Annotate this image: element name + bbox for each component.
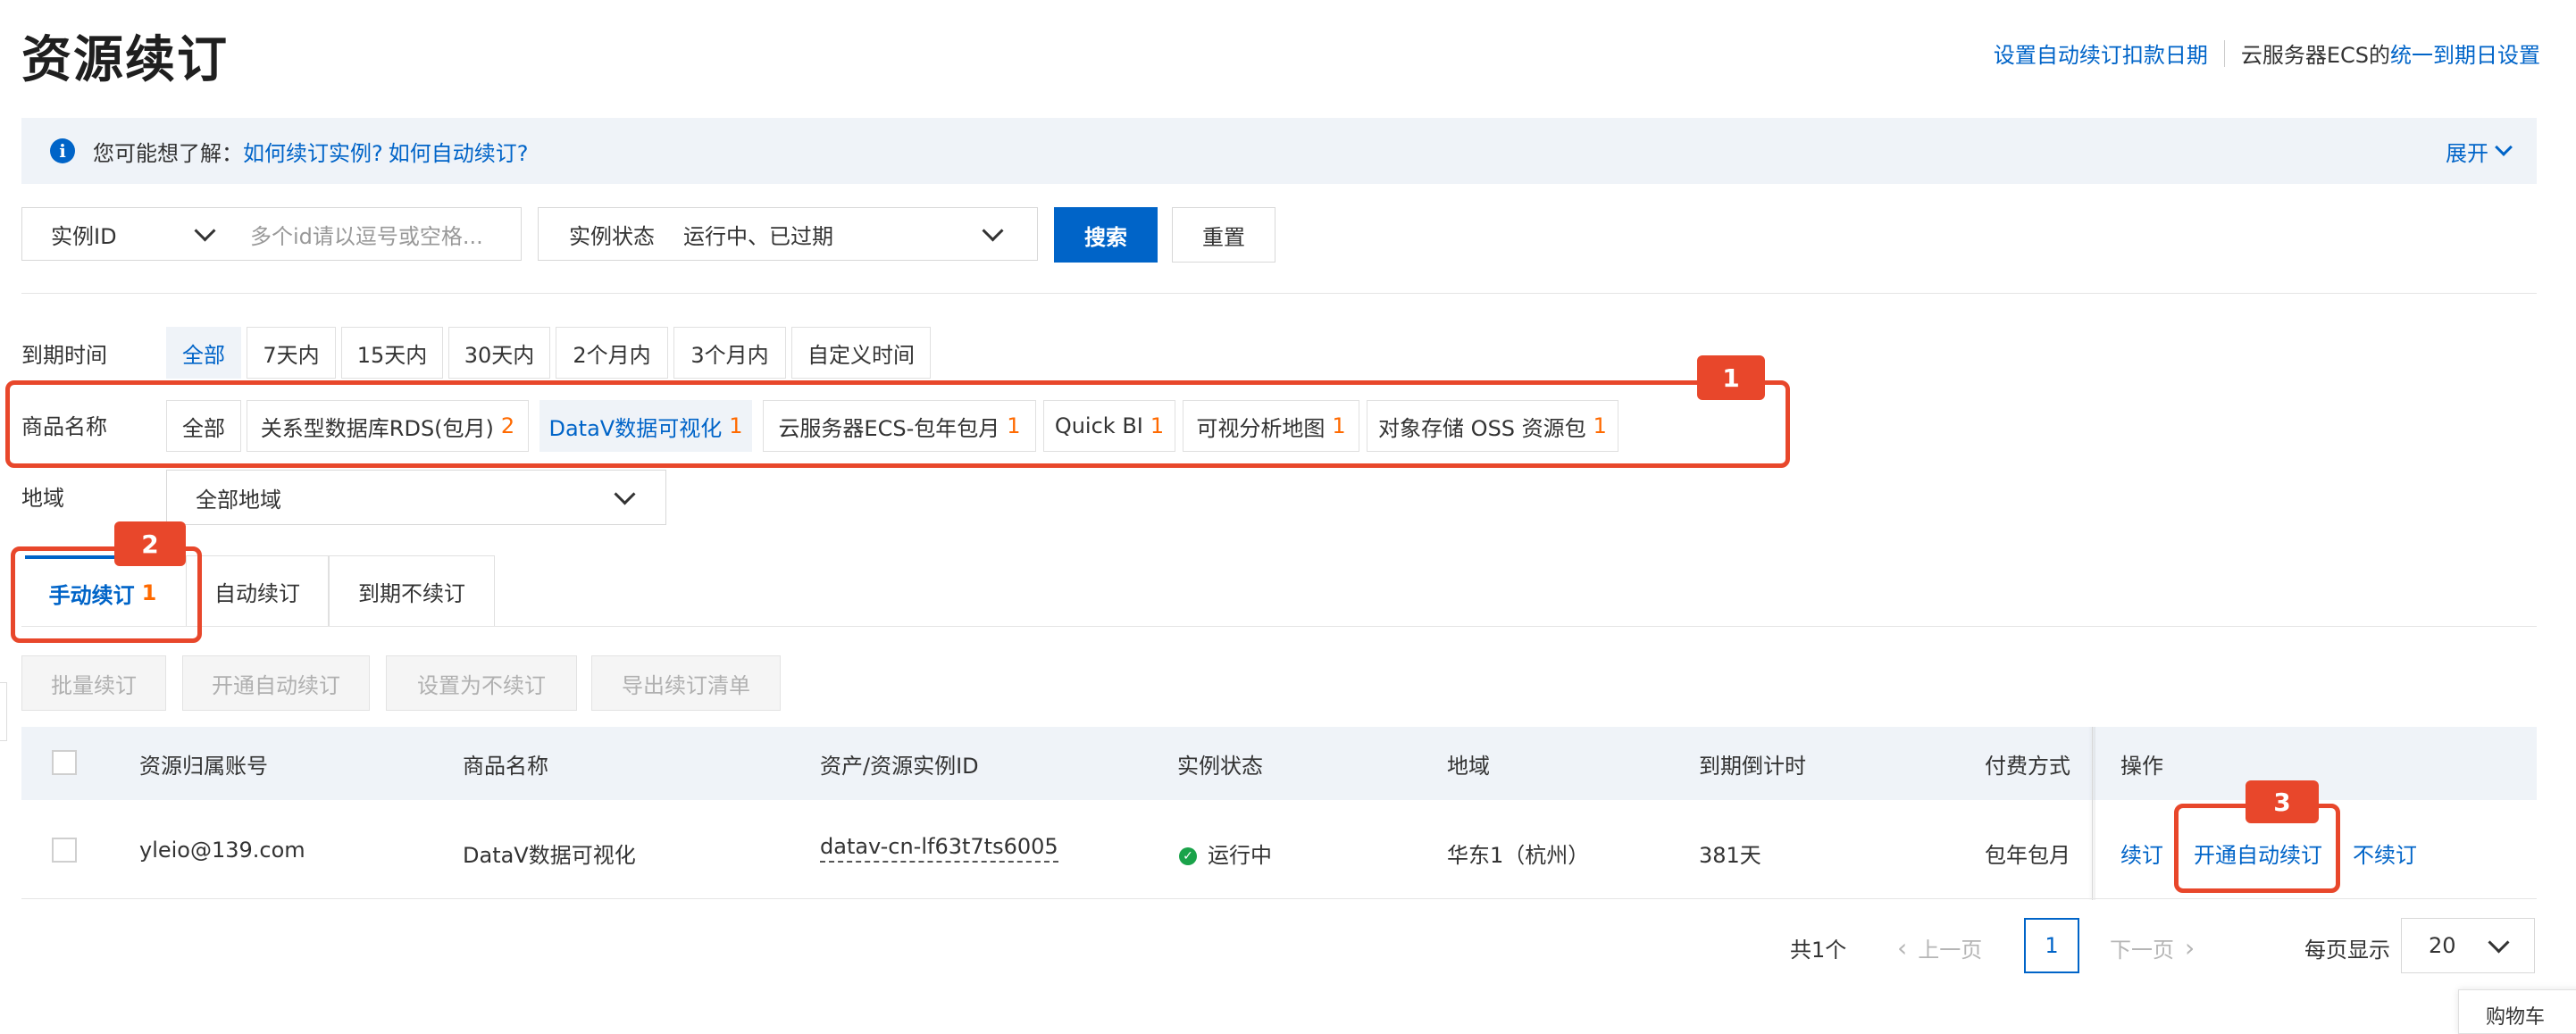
page-title: 资源续订 [21,31,229,89]
info-prefix: 您可能想了解： [93,140,243,166]
tab-label: 自动续订 [214,581,300,606]
instance-status-value: 运行中、已过期 [683,223,833,249]
no-renew-link[interactable]: 不续订 [2353,838,2417,869]
header-links: 设置自动续订扣款日期 云服务器ECS的 统一到期日设置 [1994,38,2540,69]
cart-button[interactable]: 购物车 [2458,989,2576,1034]
chevron-down-icon [2495,138,2513,156]
divider [21,293,2537,294]
renew-link[interactable]: 续订 [2120,838,2163,869]
cell-instance-id[interactable]: datav-cn-lf63t7ts6005 [820,834,1058,863]
chevron-down-icon [982,219,1004,242]
operation-column-shadow [2088,727,2095,900]
region-label: 地域 [21,486,64,511]
expire-option-30d[interactable]: 30天内 [448,327,550,379]
per-page-value: 20 [2429,933,2456,958]
chevron-left-icon: ‹ [1897,933,1908,963]
chevron-right-icon: › [2185,933,2195,963]
instance-id-input[interactable]: 多个id请以逗号或空格... [223,207,522,261]
instance-id-placeholder: 多个id请以逗号或空格... [250,223,483,249]
cell-countdown: 381天 [1699,843,1761,868]
cell-billing: 包年包月 [1985,843,2070,868]
prev-page-label: 上一页 [1918,938,1983,963]
expand-button[interactable]: 展开 [2446,136,2513,167]
instance-id-text: datav-cn-lf63t7ts6005 [820,834,1058,863]
header-divider [2223,39,2225,67]
ecs-prefix-text: 云服务器ECS的 [2240,43,2390,68]
row-divider [21,898,2537,899]
tab-label: 到期不续订 [358,581,465,606]
status-text: 运行中 [1208,843,1272,868]
cell-region: 华东1（杭州） [1447,843,1590,868]
cell-product: DataV数据可视化 [463,843,636,868]
total-count: 共1个 [1790,938,1847,963]
expand-label: 展开 [2446,140,2488,166]
batch-renew-button[interactable]: 批量续订 [21,655,166,711]
info-icon: i [50,138,75,163]
expire-option-all[interactable]: 全部 [166,327,241,379]
row-checkbox[interactable] [52,838,77,863]
how-renew-link[interactable]: 如何续订实例? [243,136,383,167]
next-page-label: 下一页 [2110,938,2174,963]
expire-option-3m[interactable]: 3个月内 [673,327,786,379]
column-countdown: 到期倒计时 [1699,754,1806,779]
expire-option-15d[interactable]: 15天内 [341,327,443,379]
instance-status-label: 实例状态 [569,223,655,249]
expire-option-custom[interactable]: 自定义时间 [791,327,931,379]
column-billing: 付费方式 [1985,754,2070,779]
set-no-renew-button[interactable]: 设置为不续订 [386,655,577,711]
per-page-label: 每页显示 [2304,938,2390,963]
tab-auto-renew[interactable]: 自动续订 [186,555,329,627]
cell-account: yleio@139.com [139,838,305,863]
next-page-button[interactable]: 下一页 › [2110,932,2195,963]
region-select[interactable]: 全部地域 [166,470,666,525]
tab-no-renew[interactable]: 到期不续订 [329,555,495,627]
column-operation: 操作 [2120,754,2163,779]
tabs-divider [21,626,2537,627]
expire-option-2m[interactable]: 2个月内 [556,327,668,379]
expire-option-7d[interactable]: 7天内 [247,327,336,379]
side-collapse-handle[interactable] [0,682,7,741]
instance-id-select-label: 实例ID [51,223,117,249]
column-account: 资源归属账号 [139,754,268,779]
chevron-down-icon [2488,930,2510,954]
column-status: 实例状态 [1177,754,1263,779]
cell-status: ✓ 运行中 [1179,838,1272,869]
column-instance-id: 资产/资源实例ID [820,754,979,779]
enable-auto-renew-button[interactable]: 开通自动续订 [182,655,370,711]
column-region: 地域 [1447,754,1490,779]
region-value: 全部地域 [196,487,281,513]
ecs-unify-link[interactable]: 统一到期日设置 [2390,38,2540,69]
annotation-badge-2: 2 [114,521,186,566]
per-page-select[interactable]: 20 [2401,918,2535,973]
annotation-box-1 [5,380,1790,468]
annotation-badge-3: 3 [2246,780,2319,823]
chevron-down-icon [194,219,216,242]
search-button[interactable]: 搜索 [1054,207,1158,263]
how-auto-renew-link[interactable]: 如何自动续订? [389,136,529,167]
auto-deduct-date-link[interactable]: 设置自动续订扣款日期 [1994,38,2208,69]
chevron-down-icon [614,482,636,505]
annotation-badge-1: 1 [1697,355,1765,400]
info-bar: i 您可能想了解： 如何续订实例? 如何自动续订? 展开 [21,118,2537,184]
instance-id-select[interactable]: 实例ID [21,207,225,261]
instance-status-select[interactable]: 实例状态 运行中、已过期 [538,207,1038,261]
page-1-button[interactable]: 1 [2024,918,2079,973]
select-all-checkbox[interactable] [52,750,77,775]
reset-button[interactable]: 重置 [1172,207,1275,263]
export-renew-list-button[interactable]: 导出续订清单 [591,655,781,711]
check-circle-icon: ✓ [1179,847,1197,865]
prev-page-button[interactable]: ‹ 上一页 [1897,932,1982,963]
expire-time-label: 到期时间 [21,343,107,368]
column-product: 商品名称 [463,754,548,779]
